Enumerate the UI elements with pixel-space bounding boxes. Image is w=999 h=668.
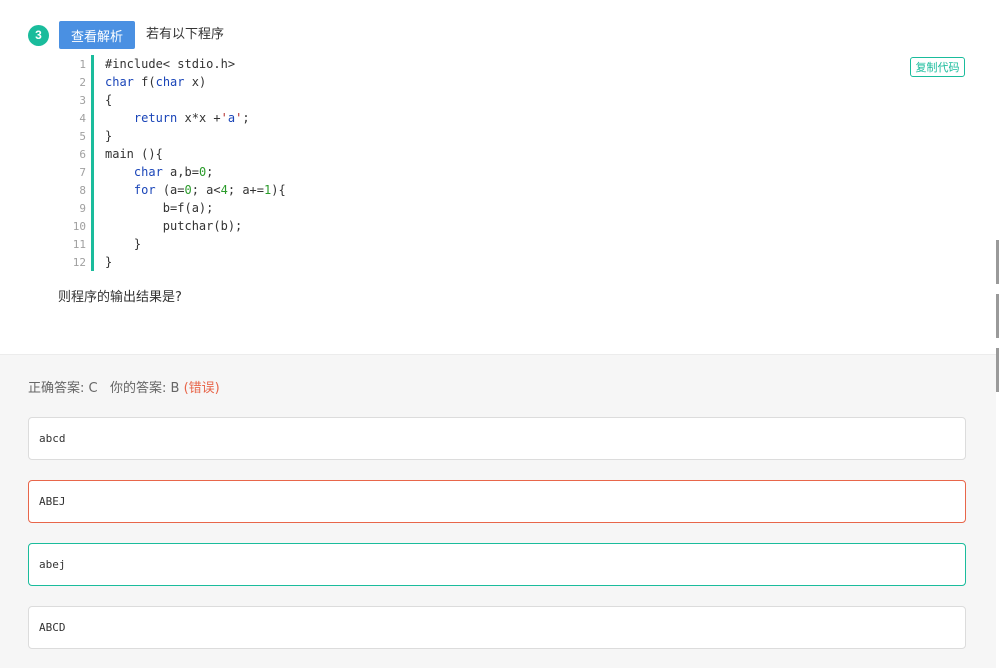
code-text: putchar(b);	[105, 219, 243, 233]
line-number: 3	[79, 93, 86, 107]
code-line: 7 char a,b=0;	[58, 163, 898, 181]
code-line: 1 #include< stdio.h>	[58, 55, 898, 73]
code-gutter-bar	[91, 55, 94, 73]
code-gutter-bar	[91, 109, 94, 127]
correct-answer-text: 正确答案: C	[28, 381, 98, 396]
option-c[interactable]: abej	[28, 543, 966, 586]
code-text: b=f(a);	[105, 201, 214, 215]
code-line: 4 return x*x +'a';	[58, 109, 898, 127]
code-text: }	[105, 255, 113, 269]
code-gutter-bar	[91, 181, 94, 199]
your-answer-text: 你的答案: B	[110, 381, 180, 396]
line-number: 5	[79, 129, 86, 143]
code-text: }	[105, 129, 113, 143]
line-number: 12	[72, 255, 86, 269]
code-line: 2 char f(char x)	[58, 73, 898, 91]
code-text: char a,b=0;	[133, 165, 214, 179]
copy-code-button[interactable]: 复制代码	[910, 57, 965, 77]
code-gutter-bar	[91, 235, 94, 253]
code-text: #include< stdio.h>	[105, 57, 236, 71]
view-analysis-button[interactable]: 查看解析	[59, 21, 135, 49]
question-header: 3 查看解析 若有以下程序	[28, 21, 224, 49]
line-number: 4	[79, 111, 86, 125]
option-a[interactable]: abcd	[28, 417, 966, 460]
line-number: 6	[79, 147, 86, 161]
question-footer: 则程序的输出结果是?	[58, 290, 182, 305]
answer-panel: 正确答案: C 你的答案: B (错误) abcd ABEJ abej ABCD	[0, 354, 996, 668]
code-gutter-bar	[91, 163, 94, 181]
code-gutter-bar	[91, 127, 94, 145]
code-gutter-bar	[91, 73, 94, 91]
code-text: }	[105, 237, 142, 251]
code-text: char f(char x)	[105, 75, 207, 89]
question-title: 若有以下程序	[146, 26, 225, 42]
code-gutter-bar	[91, 253, 94, 271]
question-number-badge: 3	[28, 24, 49, 46]
option-b[interactable]: ABEJ	[28, 480, 966, 523]
line-number: 9	[79, 201, 86, 215]
option-d[interactable]: ABCD	[28, 606, 966, 649]
code-text: for (a=0; a<4; a+=1){	[133, 183, 286, 197]
code-line: 6 main (){	[58, 145, 898, 163]
line-number: 11	[72, 237, 86, 251]
code-block: 1 #include< stdio.h> 2 char f(char x) 3{4 re…	[58, 55, 898, 271]
code-line: 5}	[58, 127, 898, 145]
answer-summary: 正确答案: C 你的答案: B (错误)	[28, 377, 220, 396]
wrong-tag: (错误)	[183, 381, 220, 396]
code-line: 9 b=f(a);	[58, 199, 898, 217]
code-gutter-bar	[91, 145, 94, 163]
code-line: 10 putchar(b);	[58, 217, 898, 235]
code-text: return x*x +'a';	[133, 111, 250, 125]
question-panel: 3 查看解析 若有以下程序 复制代码 1 #include< stdio.h> 2 c…	[0, 0, 996, 354]
code-line: 12}	[58, 253, 898, 271]
code-gutter-bar	[91, 199, 94, 217]
code-gutter-bar	[91, 91, 94, 109]
line-number: 8	[79, 183, 86, 197]
code-text: main (){	[105, 147, 163, 161]
code-line: 8 for (a=0; a<4; a+=1){	[58, 181, 898, 199]
line-number: 10	[72, 219, 86, 233]
code-line: 3{	[58, 91, 898, 109]
line-number: 2	[79, 75, 86, 89]
code-line: 11 }	[58, 235, 898, 253]
line-number: 7	[79, 165, 86, 179]
code-gutter-bar	[91, 217, 94, 235]
line-number: 1	[79, 57, 86, 71]
code-text: {	[105, 93, 113, 107]
